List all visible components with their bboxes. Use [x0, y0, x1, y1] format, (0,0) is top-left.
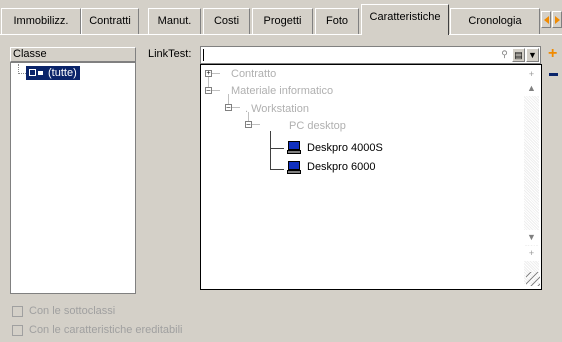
tree-node-pc-desktop[interactable]: PC desktop	[289, 119, 346, 133]
tree-connector	[18, 73, 26, 74]
tab-manut[interactable]: Manut.	[148, 8, 201, 34]
tab-label: Manut.	[157, 15, 192, 27]
dropdown-vertical-scrollbar[interactable]: + ▲ ▼ +	[524, 67, 539, 284]
list-icon: ▤	[514, 50, 523, 60]
tab-baseline	[0, 34, 562, 35]
with-inheritable-checkbox[interactable]	[12, 325, 23, 336]
tab-scroll-right-button[interactable]	[552, 11, 562, 28]
tree-node-materiale-informatico[interactable]: Materiale informatico	[231, 84, 333, 98]
tab-strip: Immobilizz. Contratti Manut. Costi Proge…	[0, 0, 562, 42]
magnifier-icon[interactable]: ⚲	[498, 48, 511, 62]
scroll-up-button[interactable]: ▲	[524, 81, 539, 96]
remove-button[interactable]	[549, 73, 558, 76]
tab-costi[interactable]: Costi	[203, 8, 250, 34]
plus-icon: +	[548, 45, 558, 62]
plus-icon[interactable]: +	[524, 67, 539, 82]
tab-label: Cronologia	[468, 15, 522, 27]
tab-progetti[interactable]: Progetti	[252, 8, 313, 34]
classe-tree-item-tutte[interactable]: (tutte)	[26, 66, 80, 80]
text-caret	[203, 49, 204, 61]
classe-header-label: Classe	[13, 48, 47, 60]
tree-connector	[270, 169, 284, 170]
tree-connector	[212, 73, 220, 74]
collapse-minus-icon[interactable]: –	[225, 104, 232, 111]
resize-grip[interactable]	[526, 272, 540, 286]
tab-scroll-left-button[interactable]	[541, 11, 551, 28]
arrow-left-icon	[544, 16, 549, 24]
classe-item-label: (tutte)	[48, 67, 77, 79]
dropdown-button[interactable]: ▼	[526, 48, 539, 62]
expand-plus-icon[interactable]: +	[205, 70, 212, 77]
tab-label: Progetti	[263, 15, 302, 27]
classe-column-header[interactable]: Classe	[10, 47, 136, 62]
grid-icon	[29, 69, 36, 76]
tab-caratteristiche[interactable]: Caratteristiche	[361, 4, 449, 35]
tree-node-deskpro-6000[interactable]: Deskpro 6000	[307, 160, 376, 174]
tree-node-deskpro-4000s[interactable]: Deskpro 4000S	[307, 141, 383, 155]
tab-label: Costi	[213, 15, 240, 27]
add-button[interactable]: +	[548, 45, 558, 62]
desktop-computer-icon	[287, 161, 301, 174]
desktop-computer-icon	[287, 141, 301, 154]
tree-connector	[252, 124, 260, 125]
linktest-dropdown-tree[interactable]: + Contratto – Materiale informatico – . …	[200, 64, 542, 290]
collapse-minus-icon[interactable]: –	[205, 87, 212, 94]
folder-icon	[38, 71, 43, 75]
tab-contratti[interactable]: Contratti	[81, 8, 139, 34]
tree-node-contratto[interactable]: Contratto	[231, 67, 276, 81]
tab-cronologia[interactable]: Cronologia	[450, 8, 540, 34]
with-subclasses-label: Con le sottoclassi	[29, 305, 116, 317]
tree-connector	[228, 94, 229, 104]
tab-label: Immobilizz.	[13, 15, 69, 27]
scroll-down-button[interactable]: ▼	[524, 230, 539, 245]
tab-foto[interactable]: Foto	[315, 8, 359, 34]
list-button[interactable]: ▤	[512, 48, 525, 62]
arrow-right-icon	[555, 16, 560, 24]
linktest-combo[interactable]: ⚲ ▤ ▼	[200, 46, 541, 64]
chevron-down-icon: ▼	[528, 50, 537, 60]
tree-connector	[270, 148, 284, 149]
linktest-label: LinkTest:	[148, 48, 192, 60]
plus-icon[interactable]: +	[524, 246, 539, 261]
tab-scroll-arrows	[541, 11, 562, 28]
tree-connector	[208, 77, 209, 87]
tree-connector	[232, 107, 240, 108]
tab-label: Caratteristiche	[369, 11, 441, 23]
tab-immobilizz[interactable]: Immobilizz.	[1, 8, 81, 34]
tree-node-workstation[interactable]: . Workstation	[245, 102, 309, 116]
tree-connector	[248, 112, 249, 121]
collapse-minus-icon[interactable]: –	[245, 121, 252, 128]
tab-label: Contratti	[89, 15, 131, 27]
with-inheritable-label: Con le caratteristiche ereditabili	[29, 324, 183, 336]
tab-label: Foto	[325, 15, 348, 27]
tree-connector	[270, 131, 271, 170]
tree-connector	[212, 90, 220, 91]
classe-tree[interactable]	[10, 62, 136, 294]
with-subclasses-checkbox[interactable]	[12, 306, 23, 317]
